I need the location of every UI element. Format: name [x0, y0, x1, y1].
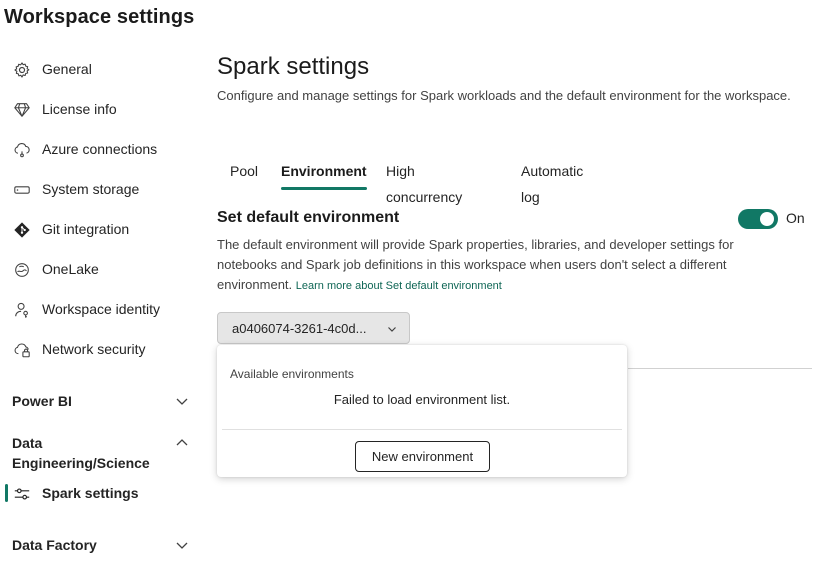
tab-label: High concurrency [386, 163, 463, 205]
tab-underline [281, 187, 367, 190]
git-icon [12, 220, 32, 240]
tab-high-concurrency[interactable]: High concurrency [386, 158, 462, 205]
dropdown-value: a0406074-3261-4c0d... [232, 321, 367, 336]
divider [628, 368, 812, 369]
section-data-engineering[interactable]: Data Engineering/Science [12, 433, 190, 473]
sidebar-item-label: System storage [42, 181, 140, 197]
new-environment-button[interactable]: New environment [355, 441, 490, 472]
environment-dropdown[interactable]: a0406074-3261-4c0d... [217, 312, 410, 344]
toggle-label: On [786, 210, 805, 226]
cloud-lock-icon [12, 340, 32, 360]
tab-environment[interactable]: Environment [281, 158, 367, 190]
storage-icon [12, 180, 32, 200]
section-description: The default environment will provide Spa… [217, 235, 742, 296]
sidebar-item-workspace-identity[interactable]: Workspace identity [0, 292, 200, 326]
default-environment-toggle[interactable] [738, 209, 778, 229]
sidebar-item-label: Spark settings [42, 485, 139, 501]
diamond-icon [12, 100, 32, 120]
sidebar-item-label: License info [42, 101, 117, 117]
sidebar-item-label: Workspace identity [42, 301, 161, 317]
sidebar-item-label: Git integration [42, 221, 130, 237]
main-title: Spark settings [217, 53, 370, 80]
person-key-icon [12, 300, 32, 320]
section-power-bi[interactable]: Power BI [12, 391, 190, 411]
tab-pool[interactable]: Pool [230, 158, 258, 190]
gear-icon [12, 60, 32, 80]
chevron-up-icon [176, 439, 188, 446]
tab-label: Environment [281, 163, 367, 179]
sidebar-item-label: Azure connections [42, 141, 158, 157]
chevron-down-icon [176, 398, 188, 405]
sidebar-item-onelake[interactable]: OneLake [0, 252, 200, 286]
tab-label: Pool [230, 163, 259, 179]
error-message: Failed to load environment list. [333, 392, 511, 407]
onelake-icon [12, 260, 32, 280]
cloud-link-icon [12, 140, 32, 160]
sidebar-item-system-storage[interactable]: System storage [0, 172, 200, 206]
tab-label: Automatic log [521, 163, 584, 205]
page-title: Workspace settings [4, 6, 195, 28]
sidebar-item-label: Network security [42, 341, 146, 357]
popup-divider [222, 429, 622, 430]
sidebar-item-label: General [42, 61, 92, 77]
section-label: Data Factory [12, 537, 97, 553]
sliders-icon [12, 484, 32, 504]
sidebar-item-azure-connections[interactable]: Azure connections [0, 132, 200, 166]
chevron-down-icon [176, 542, 188, 549]
chevron-down-icon [388, 327, 396, 332]
learn-more-link[interactable]: Learn more about Set default environment [296, 280, 502, 292]
sidebar-item-spark-settings[interactable]: Spark settings [0, 476, 200, 510]
environment-dropdown-popup: Available environments Failed to load en… [217, 345, 627, 477]
tab-automatic-log[interactable]: Automatic log [521, 158, 583, 205]
main-description: Configure and manage settings for Spark … [217, 88, 791, 103]
sidebar-item-license-info[interactable]: License info [0, 92, 200, 126]
section-label: Data Engineering/Science [12, 435, 150, 471]
toggle-knob [760, 212, 774, 226]
section-label: Power BI [12, 393, 72, 409]
section-title: Set default environment [217, 209, 400, 226]
sidebar-item-git-integration[interactable]: Git integration [0, 212, 200, 246]
section-data-factory[interactable]: Data Factory [12, 535, 190, 555]
popup-heading: Available environments [230, 367, 354, 381]
sidebar-item-network-security[interactable]: Network security [0, 332, 200, 366]
sidebar-item-label: OneLake [42, 261, 99, 277]
sidebar-item-general[interactable]: General [0, 52, 200, 86]
